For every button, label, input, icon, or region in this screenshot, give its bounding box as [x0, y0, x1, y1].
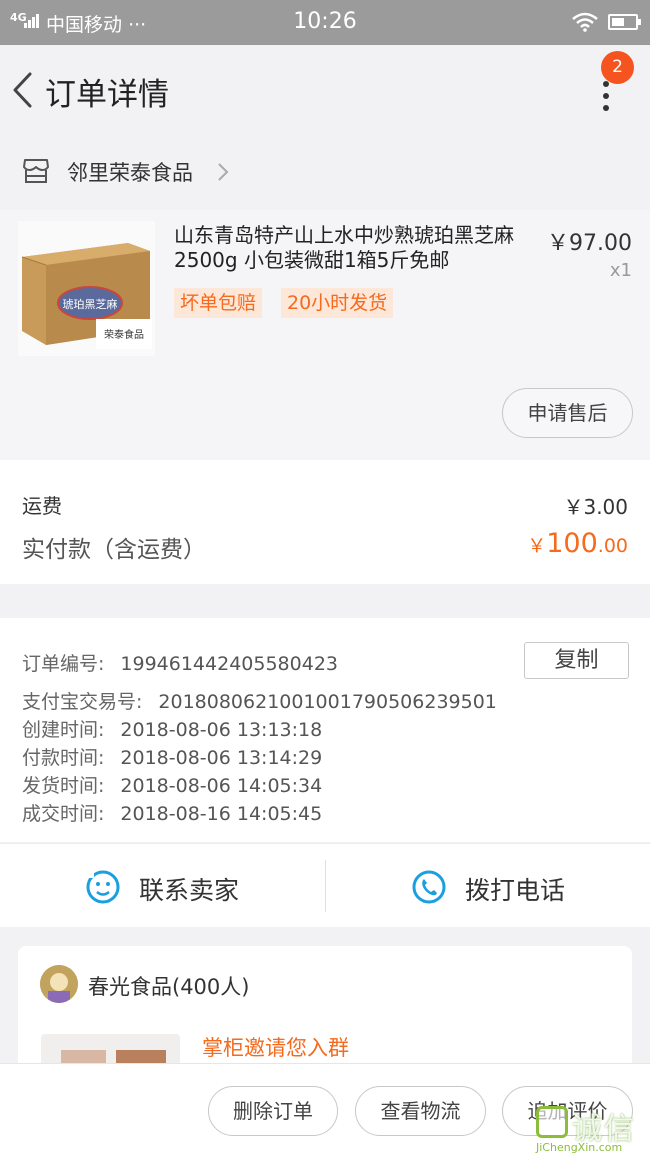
alipay-trade-row: 支付宝交易号: 2018080621001001790506239501	[22, 691, 497, 713]
product-title[interactable]: 山东青岛特产山上水中炒熟琥珀黑芝麻2500g 小包装微甜1箱5斤免邮	[174, 223, 526, 273]
call-phone-button[interactable]: 拨打电话	[326, 844, 650, 928]
shipping-label: 运费	[22, 494, 62, 518]
product-box-label: 琥珀黑芝麻	[63, 297, 118, 311]
shipping-value: ￥3.00	[563, 495, 628, 519]
group-invite-text: 掌柜邀请您入群	[202, 1036, 349, 1060]
group-name: 春光食品(400人)	[88, 975, 250, 999]
after-sales-button[interactable]: 申请售后	[502, 388, 633, 438]
watermark-logo-icon	[536, 1106, 568, 1138]
wifi-icon	[572, 12, 598, 32]
page-title: 订单详情	[45, 77, 169, 113]
shop-name[interactable]: 邻里荣泰食品	[67, 157, 193, 187]
store-icon	[23, 159, 49, 183]
back-arrow-icon[interactable]	[10, 70, 34, 110]
status-bar: 4G 中国移动 ··· 10:26	[0, 0, 650, 45]
contact-seller-button[interactable]: 联系卖家	[0, 844, 325, 928]
chevron-right-icon	[218, 163, 229, 181]
chat-face-icon	[86, 870, 120, 904]
payment-summary: 运费 ￥3.00 实付款（含运费） ￥100.00	[0, 460, 650, 584]
product-price: ￥97.00	[547, 231, 632, 256]
copy-button[interactable]: 复制	[524, 642, 629, 679]
clock: 10:26	[293, 9, 357, 34]
contact-bar: 联系卖家 拨打电话	[0, 843, 650, 927]
battery-icon	[608, 14, 641, 30]
paid-label: 实付款（含运费）	[22, 537, 206, 563]
notification-badge: 2	[601, 51, 634, 84]
paid-amount: ￥100.00	[527, 528, 628, 559]
shop-row[interactable]: 邻里荣泰食品	[0, 135, 650, 210]
site-watermark: 诚信 JiChengXin.com	[532, 1104, 650, 1154]
product-quantity: x1	[609, 260, 632, 281]
delete-order-button[interactable]: 删除订单	[208, 1086, 338, 1136]
group-avatar	[40, 965, 78, 1003]
product-image[interactable]: 琥珀黑芝麻 荣泰食品	[18, 221, 155, 356]
contact-seller-label: 联系卖家	[139, 876, 240, 905]
completed-time-row: 成交时间: 2018-08-16 14:05:45	[22, 803, 323, 825]
order-number-row: 订单编号: 199461442405580423	[22, 653, 338, 675]
view-logistics-button[interactable]: 查看物流	[355, 1086, 486, 1136]
paid-time-row: 付款时间: 2018-08-06 13:14:29	[22, 747, 323, 769]
phone-icon	[412, 870, 446, 904]
product-brand-label: 荣泰食品	[104, 328, 144, 341]
created-time-row: 创建时间: 2018-08-06 13:13:18	[22, 719, 323, 741]
nav-bar: 订单详情	[0, 45, 650, 132]
product-card[interactable]: 琥珀黑芝麻 荣泰食品 山东青岛特产山上水中炒熟琥珀黑芝麻2500g 小包装微甜1…	[0, 210, 650, 460]
call-phone-label: 拨打电话	[465, 876, 566, 905]
tag-damage-guarantee: 坏单包赔	[174, 288, 263, 318]
order-info: 订单编号: 199461442405580423 复制 支付宝交易号: 201808…	[0, 618, 650, 842]
tag-ship-20h: 20小时发货	[281, 288, 394, 318]
shipped-time-row: 发货时间: 2018-08-06 14:05:34	[22, 775, 323, 797]
